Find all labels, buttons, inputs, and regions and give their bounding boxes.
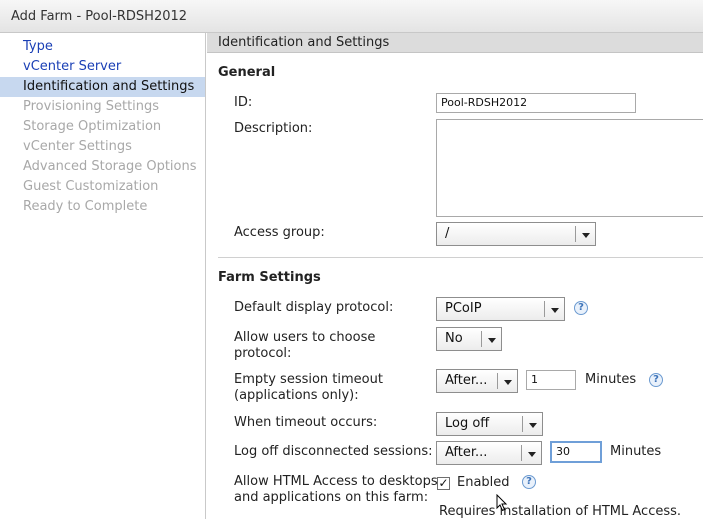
chevron-down-icon: [481, 331, 501, 347]
id-field[interactable]: Pool-RDSH2012: [436, 93, 636, 113]
when-timeout-occurs-value: Log off: [445, 416, 490, 431]
help-icon[interactable]: ?: [522, 475, 536, 489]
log-off-disconnected-mode-select[interactable]: After...: [436, 441, 542, 465]
sidebar-item-ready-to-complete: Ready to Complete: [23, 199, 148, 214]
allow-users-choose-protocol-value: No: [445, 331, 463, 346]
chevron-down-icon: [522, 416, 542, 432]
description-label: Description:: [234, 121, 313, 136]
empty-session-timeout-label: Empty session timeout (applications only…: [234, 372, 383, 404]
html-access-enabled-label[interactable]: Enabled: [457, 475, 510, 490]
chevron-down-icon: [575, 226, 595, 242]
empty-session-timeout-label-line1: Empty session timeout: [234, 372, 383, 387]
sidebar-item-guest-customization: Guest Customization: [23, 179, 159, 194]
log-off-disconnected-unit: Minutes: [610, 444, 662, 459]
empty-session-timeout-unit: Minutes: [585, 372, 637, 387]
default-display-protocol-label: Default display protocol:: [234, 300, 394, 315]
default-display-protocol-select[interactable]: PCoIP: [436, 297, 565, 321]
empty-session-timeout-mode-value: After...: [445, 373, 488, 388]
id-label: ID:: [234, 95, 253, 110]
main-panel: Identification and Settings General ID: …: [207, 33, 703, 519]
window-title: Add Farm - Pool-RDSH2012: [11, 9, 188, 24]
help-icon[interactable]: ?: [649, 373, 663, 387]
access-group-value: /: [445, 226, 450, 241]
title-bar: Add Farm - Pool-RDSH2012: [0, 0, 703, 33]
allow-users-choose-protocol-label-line1: Allow users to choose: [234, 330, 376, 345]
html-access-enabled-checkbox[interactable]: ✓: [437, 477, 450, 490]
sidebar-item-vcenter-settings: vCenter Settings: [23, 139, 132, 154]
empty-session-timeout-label-line2: (applications only):: [234, 388, 359, 403]
sidebar-item-storage-optimization: Storage Optimization: [23, 119, 162, 134]
when-timeout-occurs-label: When timeout occurs:: [234, 415, 378, 430]
sidebar-item-identification-and-settings[interactable]: Identification and Settings: [0, 77, 205, 97]
sidebar-item-provisioning-settings: Provisioning Settings: [23, 99, 160, 114]
empty-session-timeout-minutes-field[interactable]: 1: [526, 370, 576, 390]
allow-users-choose-protocol-label: Allow users to choose protocol:: [234, 330, 375, 362]
default-display-protocol-value: PCoIP: [445, 301, 482, 316]
chevron-down-icon: [544, 301, 564, 317]
log-off-disconnected-minutes-field[interactable]: 30: [550, 441, 602, 463]
general-group-title: General: [218, 65, 276, 80]
farm-settings-group-title: Farm Settings: [218, 270, 321, 285]
access-group-select[interactable]: /: [436, 222, 596, 246]
log-off-disconnected-sessions-label: Log off disconnected sessions:: [234, 444, 433, 459]
allow-users-choose-protocol-label-line2: protocol:: [234, 346, 292, 361]
empty-session-timeout-mode-select[interactable]: After...: [436, 369, 518, 393]
allow-html-access-label: Allow HTML Access to desktops and applic…: [234, 474, 438, 506]
chevron-down-icon: [497, 373, 517, 389]
section-divider: [218, 257, 703, 258]
allow-html-access-label-line2: and applications on this farm:: [234, 490, 429, 505]
chevron-down-icon: [521, 445, 541, 461]
mouse-cursor-icon: [496, 494, 508, 512]
when-timeout-occurs-select[interactable]: Log off: [436, 412, 543, 436]
section-header: Identification and Settings: [207, 33, 703, 53]
wizard-steps-sidebar: Type vCenter Server Identification and S…: [0, 33, 206, 519]
allow-users-choose-protocol-select[interactable]: No: [436, 327, 502, 351]
sidebar-item-type[interactable]: Type: [0, 37, 205, 57]
description-field[interactable]: [436, 119, 703, 217]
sidebar-item-advanced-storage-options: Advanced Storage Options: [23, 159, 197, 174]
help-icon[interactable]: ?: [574, 301, 588, 315]
section-header-title: Identification and Settings: [218, 35, 390, 50]
log-off-disconnected-mode-value: After...: [445, 445, 488, 460]
allow-html-access-label-line1: Allow HTML Access to desktops: [234, 474, 438, 489]
sidebar-item-vcenter-server[interactable]: vCenter Server: [0, 57, 205, 77]
html-access-note: Requires installation of HTML Access.: [439, 504, 682, 519]
access-group-label: Access group:: [234, 225, 325, 240]
